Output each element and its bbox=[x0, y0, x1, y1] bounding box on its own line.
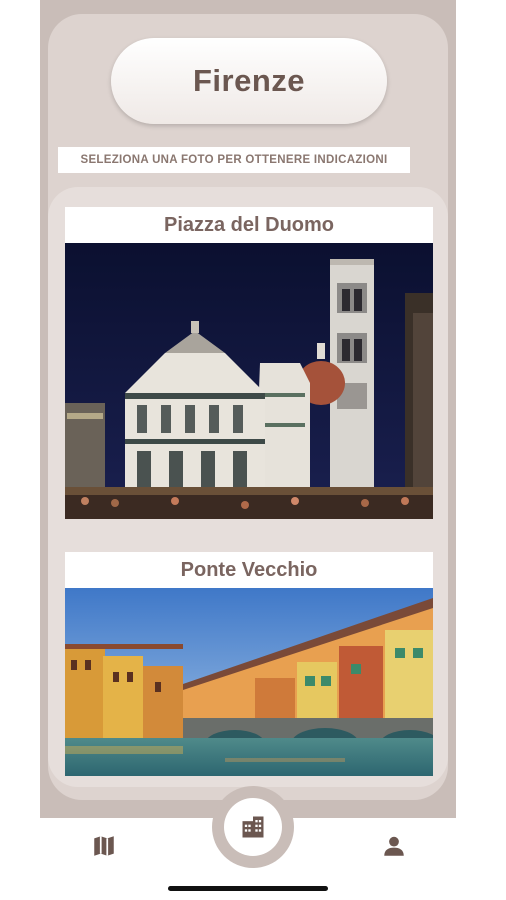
place-card-title: Ponte Vecchio bbox=[65, 552, 433, 588]
duomo-photo[interactable] bbox=[65, 243, 433, 519]
home-indicator[interactable] bbox=[168, 886, 328, 891]
city-title-pill: Firenze bbox=[111, 38, 387, 124]
map-icon[interactable] bbox=[88, 830, 120, 862]
buildings-icon bbox=[239, 813, 267, 841]
place-card-ponte-vecchio[interactable]: Ponte Vecchio bbox=[65, 552, 433, 776]
nav-item-places[interactable] bbox=[224, 798, 282, 856]
place-card-title: Piazza del Duomo bbox=[65, 207, 433, 243]
user-icon[interactable] bbox=[378, 830, 410, 862]
instruction-banner: SELEZIONA UNA FOTO PER OTTENERE INDICAZI… bbox=[58, 147, 410, 173]
city-title: Firenze bbox=[192, 63, 306, 98]
place-card-piazza-del-duomo[interactable]: Piazza del Duomo bbox=[65, 207, 433, 519]
ponte-vecchio-photo[interactable] bbox=[65, 588, 433, 776]
